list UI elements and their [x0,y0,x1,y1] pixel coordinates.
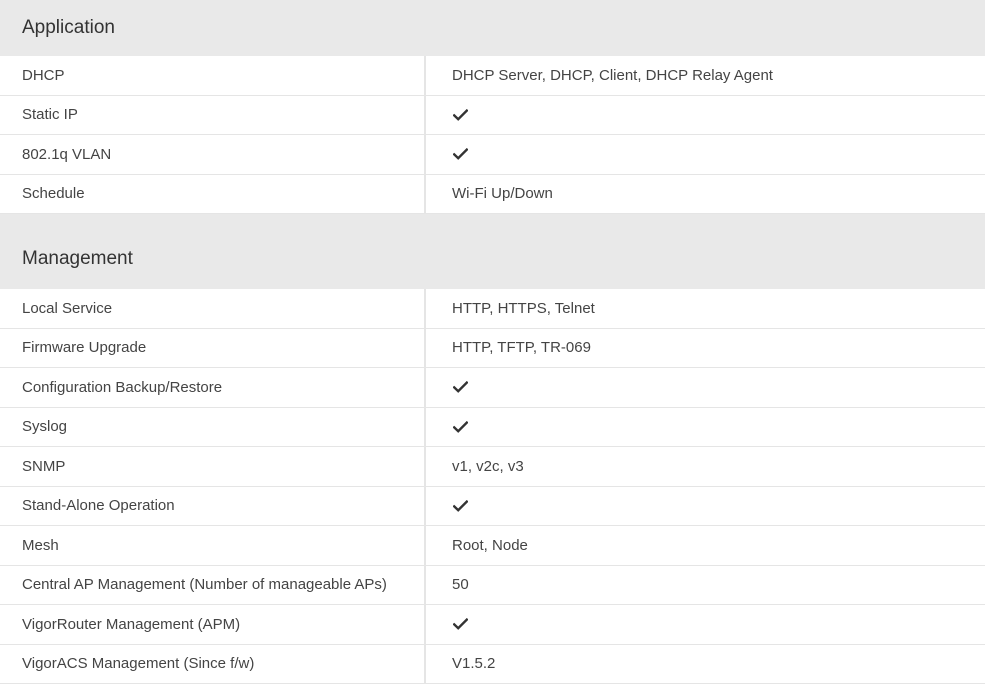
row-value [426,408,985,447]
table-row: SNMP v1, v2c, v3 [0,447,985,487]
section-header-management: Management [0,214,985,289]
row-value: HTTP, HTTPS, Telnet [452,299,595,317]
section-title: Application [22,17,115,38]
table-row: Schedule Wi-Fi Up/Down [0,174,985,214]
section-title: Management [22,248,133,269]
specifications-page: Application DHCP DHCP Server, DHCP, Clie… [0,0,985,684]
row-label: 802.1q VLAN [0,135,426,174]
table-row: Central AP Management (Number of managea… [0,565,985,605]
check-icon [452,379,468,395]
row-value: Root, Node [452,536,528,554]
table-row: Local Service HTTP, HTTPS, Telnet [0,289,985,329]
row-label: Central AP Management (Number of managea… [0,565,426,604]
table-row: VigorACS Management (Since f/w) V1.5.2 [0,644,985,684]
check-icon [452,419,468,435]
row-label: Stand-Alone Operation [0,486,426,525]
row-value: Wi-Fi Up/Down [452,185,553,203]
row-value: v1, v2c, v3 [452,457,524,475]
table-row: Stand-Alone Operation [0,486,985,526]
table-row: Configuration Backup/Restore [0,368,985,408]
table-row: Firmware Upgrade HTTP, TFTP, TR-069 [0,328,985,368]
row-value: DHCP Server, DHCP, Client, DHCP Relay Ag… [452,66,773,84]
table-row: Mesh Root, Node [0,526,985,566]
row-label: SNMP [0,447,426,486]
row-label: Static IP [0,95,426,134]
row-value [426,368,985,407]
row-label: Schedule [0,174,426,213]
table-row: DHCP DHCP Server, DHCP, Client, DHCP Rel… [0,56,985,96]
row-label: Local Service [0,289,426,328]
row-value: V1.5.2 [452,655,496,673]
table-row: 802.1q VLAN [0,135,985,175]
table-row: VigorRouter Management (APM) [0,605,985,645]
row-value [426,605,985,644]
table-row: Syslog [0,407,985,447]
row-label: Configuration Backup/Restore [0,368,426,407]
check-icon [452,107,468,123]
management-spec-table: Local Service HTTP, HTTPS, Telnet Firmwa… [0,289,985,684]
check-icon [452,146,468,162]
row-label: DHCP [0,56,426,95]
row-value: 50 [452,576,469,594]
row-value [426,487,985,526]
table-row: Static IP [0,95,985,135]
row-label: Syslog [0,407,426,446]
section-header-application: Application [0,0,985,56]
check-icon [452,498,468,514]
application-spec-table: DHCP DHCP Server, DHCP, Client, DHCP Rel… [0,56,985,214]
row-label: Mesh [0,526,426,565]
row-label: Firmware Upgrade [0,328,426,367]
row-label: VigorRouter Management (APM) [0,605,426,644]
row-value [426,135,985,174]
check-icon [452,616,468,632]
row-label: VigorACS Management (Since f/w) [0,644,426,683]
row-value: HTTP, TFTP, TR-069 [452,339,591,357]
row-value [426,96,985,135]
